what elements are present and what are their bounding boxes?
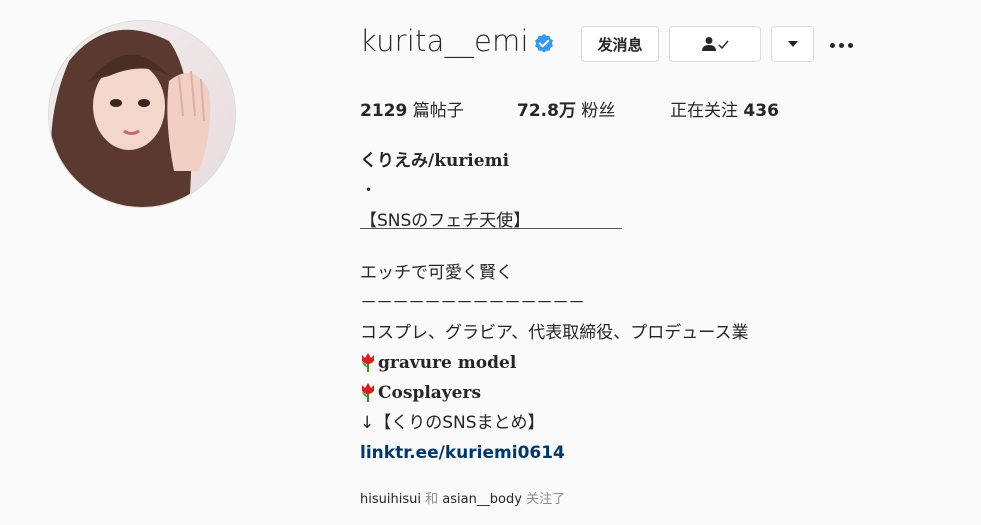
profile-avatar[interactable] [48,20,236,208]
message-button[interactable]: 发消息 [581,26,659,62]
followed-by: hisuihisui 和 asian__body 关注了 [360,488,565,507]
bio-dashes: －－－－－－－－－－－－－－ [360,293,585,313]
bio-external-link[interactable]: linktr.ee/kuriemi0614 [360,443,565,463]
bio-item-cosplayers: Cosplayers [360,378,920,408]
bio-gravure-text: gravure model [378,353,517,373]
followers-count: 72.8万 [517,101,576,121]
avatar-photo [49,21,235,207]
profile-full-name: くりえみ/kuriemi [360,151,510,171]
tulip-emoji-icon [362,353,374,372]
user-check-icon [702,37,729,51]
posts-label: 篇帖子 [412,101,464,121]
more-options-icon[interactable] [830,35,860,55]
stat-following[interactable]: 正在关注 436 [670,96,779,121]
following-button[interactable] [669,26,761,62]
stat-posts: 2129 篇帖子 [360,96,464,121]
bio-item-gravure: gravure model [360,348,920,378]
bio-roles: コスプレ、グラビア、代表取締役、プロデュース業 [360,323,749,343]
followed-by-conj: 和 [425,492,439,507]
followed-by-suffix: 关注了 [526,492,566,507]
bio-line: エッチで可愛く賢く [360,263,513,283]
profile-username: kurita__emi [360,24,529,58]
verified-badge-icon [535,33,553,53]
followed-by-user-1[interactable]: hisuihisui [360,492,421,507]
caret-down-icon [787,41,798,47]
bio-sns: ↓【くりのSNSまとめ】 [360,413,545,433]
followers-label: 粉丝 [581,101,616,121]
suggestions-dropdown-button[interactable] [771,26,814,62]
posts-count: 2129 [360,101,408,121]
stat-followers[interactable]: 72.8万 粉丝 [517,96,615,121]
bio-cosplayers-text: Cosplayers [378,383,482,403]
following-label: 正在关注 [670,101,738,121]
bio-dot: ・ [360,181,377,201]
tulip-emoji-icon [362,383,374,402]
following-count: 436 [743,101,779,121]
profile-bio: くりえみ/kuriemi ・ 【SNSのフェチ天使】 エッチで可愛く賢く －－－… [360,146,920,468]
followed-by-user-2[interactable]: asian__body [442,492,522,507]
